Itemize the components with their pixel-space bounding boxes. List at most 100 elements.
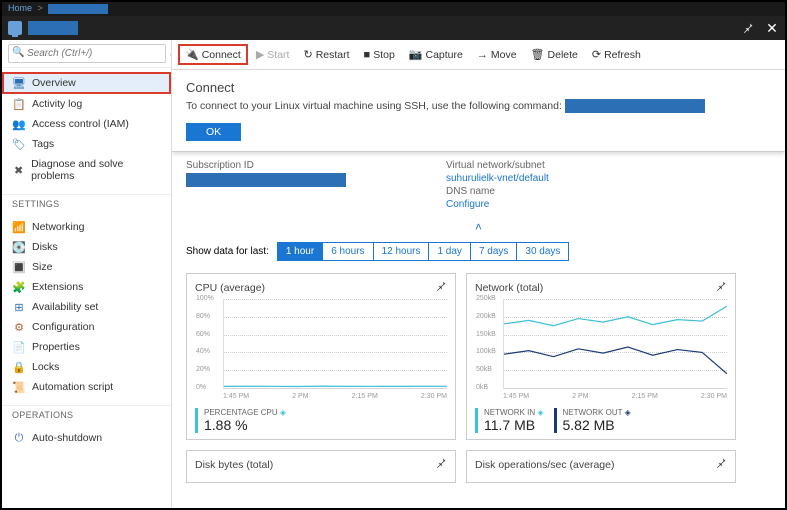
sidebar-section-settings: SETTINGS <box>2 194 171 213</box>
vnet-link[interactable]: suhurulielk-vnet/default <box>446 173 549 184</box>
connect-icon: 🔌 <box>185 48 199 61</box>
sidebar-item-label: Properties <box>32 341 80 353</box>
vm-icon <box>8 21 22 35</box>
menu-icon: ⚙ <box>12 321 26 333</box>
pin-icon[interactable] <box>435 457 447 472</box>
vnet-label: Virtual network/subnet <box>446 160 549 171</box>
menu-icon: 💽 <box>12 241 26 253</box>
metric: NETWORK OUT ◈5.82 MB <box>563 408 631 433</box>
start-button[interactable]: ▶Start <box>250 45 296 64</box>
dns-link[interactable]: Configure <box>446 199 549 210</box>
sidebar-item-extensions[interactable]: 🧩Extensions <box>2 277 171 297</box>
menu-icon: 📶 <box>12 221 26 233</box>
sidebar-item-label: Disks <box>32 241 58 253</box>
sidebar-item-label: Diagnose and solve problems <box>31 158 161 182</box>
sidebar-item-label: Size <box>32 261 52 273</box>
menu-icon: 🏷 <box>12 138 26 150</box>
sidebar-item-label: Automation script <box>32 381 113 393</box>
sidebar-item-label: Overview <box>32 77 76 89</box>
menu-icon: 🔒 <box>12 361 26 373</box>
collapse-essentials-icon[interactable]: ˄ <box>172 218 785 236</box>
chart-title: CPU (average) <box>195 282 265 294</box>
sidebar-item-configuration[interactable]: ⚙ Configuration <box>2 317 171 337</box>
play-icon: ▶ <box>256 48 264 61</box>
refresh-button[interactable]: ⟳Refresh <box>586 45 647 64</box>
restart-icon: ↻ <box>303 48 312 61</box>
menu-icon: 📄 <box>12 341 26 353</box>
move-button[interactable]: →Move <box>471 46 523 64</box>
sidebar-item-automation-script[interactable]: 📜 Automation script <box>2 377 171 397</box>
delete-icon: 🗑 <box>531 48 545 61</box>
chart-card: Disk bytes (total) <box>186 450 456 483</box>
sidebar-section-operations: OPERATIONS <box>2 405 171 424</box>
connect-text: To connect to your Linux virtual machine… <box>186 99 771 113</box>
refresh-icon: ⟳ <box>592 48 601 61</box>
time-option-6-hours[interactable]: 6 hours <box>323 243 373 260</box>
sidebar-item-tags[interactable]: 🏷 Tags <box>2 134 171 154</box>
pin-icon[interactable] <box>715 280 727 295</box>
sidebar-item-label: Configuration <box>32 321 94 333</box>
capture-button[interactable]: 📷Capture <box>403 45 469 64</box>
menu-icon: 🖥 <box>12 77 26 89</box>
dns-label: DNS name <box>446 186 549 197</box>
sidebar-item-disks[interactable]: 💽 Disks <box>2 237 171 257</box>
restart-button[interactable]: ↻Restart <box>297 45 355 64</box>
search-input[interactable] <box>8 44 166 63</box>
pin-icon[interactable] <box>435 280 447 295</box>
sidebar: 🔍 « 🖥Overview📋Activity log👥Access contro… <box>2 40 172 508</box>
time-option-30-days[interactable]: 30 days <box>517 243 568 260</box>
breadcrumb: Home > <box>2 2 785 16</box>
resource-name-redacted <box>28 21 78 35</box>
sidebar-item-label: Networking <box>32 221 85 233</box>
delete-button[interactable]: 🗑Delete <box>525 45 584 64</box>
essentials: Subscription ID Virtual network/subnet s… <box>172 152 785 218</box>
sidebar-item-locks[interactable]: 🔒Locks <box>2 357 171 377</box>
sidebar-item-networking[interactable]: 📶 Networking <box>2 217 171 237</box>
chart-title: Disk bytes (total) <box>195 459 273 471</box>
time-filter: Show data for last: 1 hour6 hours12 hour… <box>172 236 785 267</box>
sidebar-item-auto-shutdown[interactable]: ⏻Auto-shutdown <box>2 428 171 448</box>
chart-card: Disk operations/sec (average) <box>466 450 736 483</box>
time-option-1-hour[interactable]: 1 hour <box>278 243 323 260</box>
connect-title: Connect <box>186 80 771 95</box>
sidebar-item-label: Tags <box>32 138 54 150</box>
time-option-12-hours[interactable]: 12 hours <box>374 243 430 260</box>
sidebar-item-label: Activity log <box>32 98 82 110</box>
ok-button[interactable]: OK <box>186 123 241 141</box>
chart-area[interactable]: 0kB50kB100kB150kB200kB250kB <box>503 299 727 389</box>
breadcrumb-home[interactable]: Home <box>8 3 32 13</box>
sidebar-item-label: Access control (IAM) <box>32 118 129 130</box>
sidebar-item-overview[interactable]: 🖥 Overview <box>2 72 171 94</box>
menu-icon: 📜 <box>12 381 26 393</box>
connect-button[interactable]: 🔌Connect <box>178 44 248 65</box>
sidebar-item-diagnose-and-solve-problems[interactable]: ✖ Diagnose and solve problems <box>2 154 171 186</box>
move-icon: → <box>477 49 488 61</box>
chart-card: Network (total)0kB50kB100kB150kB200kB250… <box>466 273 736 440</box>
stop-button[interactable]: ■Stop <box>358 46 401 64</box>
sidebar-item-availability-set[interactable]: ⊞ Availability set <box>2 297 171 317</box>
time-filter-label: Show data for last: <box>186 246 269 257</box>
sidebar-item-access-control-iam-[interactable]: 👥 Access control (IAM) <box>2 114 171 134</box>
menu-icon: 👥 <box>12 118 26 130</box>
ssh-command-redacted <box>565 99 705 113</box>
pin-icon[interactable] <box>741 21 755 35</box>
sidebar-item-label: Availability set <box>32 301 98 313</box>
sidebar-item-size[interactable]: 🔳Size <box>2 257 171 277</box>
pin-icon[interactable] <box>715 457 727 472</box>
menu-icon: ⊞ <box>12 301 26 313</box>
time-option-7-days[interactable]: 7 days <box>471 243 517 260</box>
breadcrumb-item-redacted[interactable] <box>48 4 108 14</box>
chart-area[interactable]: 0%20%40%60%80%100% <box>223 299 447 389</box>
subscription-id-redacted <box>186 173 346 187</box>
stop-icon: ■ <box>364 49 371 61</box>
subscription-id-label: Subscription ID <box>186 160 346 171</box>
chart-card: CPU (average)0%20%40%60%80%100%1:45 PM2 … <box>186 273 456 440</box>
close-icon[interactable]: ✕ <box>765 21 779 35</box>
command-bar: 🔌Connect ▶Start ↻Restart ■Stop 📷Capture … <box>172 40 785 70</box>
metric: NETWORK IN ◈11.7 MB <box>484 408 544 433</box>
menu-icon: ✖ <box>12 164 25 176</box>
sidebar-item-activity-log[interactable]: 📋Activity log <box>2 94 171 114</box>
sidebar-item-properties[interactable]: 📄 Properties <box>2 337 171 357</box>
time-option-1-day[interactable]: 1 day <box>429 243 470 260</box>
content-area: 🔌Connect ▶Start ↻Restart ■Stop 📷Capture … <box>172 40 785 508</box>
